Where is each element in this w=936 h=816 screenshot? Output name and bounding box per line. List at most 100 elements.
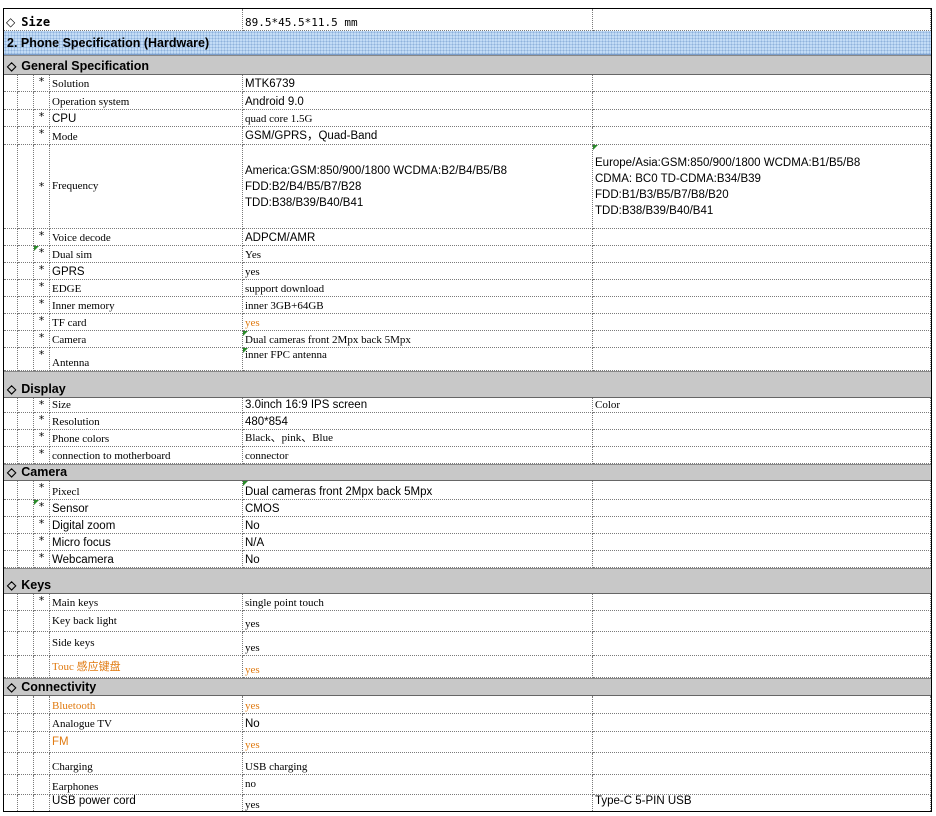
row-note[interactable] <box>593 594 931 611</box>
row-value[interactable]: yes <box>243 732 593 753</box>
row-value[interactable]: Yes <box>243 246 593 263</box>
row-value[interactable]: No <box>243 714 593 732</box>
section-connectivity[interactable]: ◇ Connectivity <box>4 678 931 696</box>
row-value[interactable]: support download <box>243 280 593 297</box>
row-value[interactable]: yes <box>243 263 593 280</box>
row-note[interactable] <box>593 775 931 795</box>
row-label[interactable]: Pixecl <box>50 481 243 500</box>
row-note[interactable]: Type-C 5-PIN USB <box>593 795 931 811</box>
row-value[interactable]: no <box>243 775 593 795</box>
frequency-value[interactable]: America:GSM:850/900/1800 WCDMA:B2/B4/B5/… <box>243 145 593 229</box>
hardware-header[interactable]: 2. Phone Specification (Hardware) <box>4 31 931 55</box>
row-note[interactable] <box>593 714 931 732</box>
row-value[interactable]: No <box>243 517 593 534</box>
row-value[interactable]: N/A <box>243 534 593 551</box>
row-note[interactable] <box>593 314 931 331</box>
row-label[interactable]: Operation system <box>50 92 243 110</box>
row-label[interactable]: Dual sim <box>50 246 243 263</box>
section-general[interactable]: ◇ General Specification <box>4 55 931 75</box>
row-label[interactable]: Side keys <box>50 632 243 656</box>
row-value[interactable]: 480*854 <box>243 413 593 430</box>
row-value[interactable]: No <box>243 551 593 568</box>
row-label[interactable]: Bluetooth <box>50 696 243 714</box>
row-note[interactable] <box>593 127 931 145</box>
row-value[interactable]: yes <box>243 632 593 656</box>
row-value[interactable]: ADPCM/AMR <box>243 229 593 246</box>
section-camera[interactable]: ◇ Camera <box>4 464 931 481</box>
row-value[interactable]: 3.0inch 16:9 IPS screen <box>243 398 593 413</box>
row-value[interactable]: CMOS <box>243 500 593 517</box>
row-label[interactable]: Earphones <box>50 775 243 795</box>
row-value[interactable]: Dual cameras front 2Mpx back 5Mpx <box>243 331 593 348</box>
row-label[interactable]: Webcamera <box>50 551 243 568</box>
row-label[interactable]: TF card <box>50 314 243 331</box>
row-note[interactable] <box>593 229 931 246</box>
row-label[interactable]: USB power cord <box>50 795 243 811</box>
row-value[interactable]: inner 3GB+64GB <box>243 297 593 314</box>
row-note[interactable] <box>593 656 931 678</box>
row-label[interactable]: Digital zoom <box>50 517 243 534</box>
row-note[interactable] <box>593 696 931 714</box>
row-note[interactable] <box>593 500 931 517</box>
size-label-cell[interactable]: ◇ Size <box>4 9 243 31</box>
row-value[interactable]: GSM/GPRS，Quad-Band <box>243 127 593 145</box>
row-value[interactable]: inner FPC antenna <box>243 348 593 371</box>
row-note[interactable] <box>593 753 931 775</box>
row-label[interactable]: Voice decode <box>50 229 243 246</box>
row-label[interactable]: Sensor <box>50 500 243 517</box>
row-note[interactable] <box>593 280 931 297</box>
row-label[interactable]: Analogue TV <box>50 714 243 732</box>
row-label[interactable]: Phone colors <box>50 430 243 447</box>
row-note[interactable] <box>593 92 931 110</box>
section-display[interactable]: ◇ Display <box>4 371 931 398</box>
row-value[interactable]: yes <box>243 314 593 331</box>
row-note[interactable] <box>593 447 931 464</box>
row-label[interactable]: Solution <box>50 75 243 92</box>
row-label[interactable]: FM <box>50 732 243 753</box>
row-note[interactable] <box>593 348 931 371</box>
row-value[interactable]: quad core 1.5G <box>243 110 593 127</box>
row-value[interactable]: Android 9.0 <box>243 92 593 110</box>
row-note[interactable] <box>593 110 931 127</box>
row-label[interactable]: Size <box>50 398 243 413</box>
row-note[interactable] <box>593 632 931 656</box>
row-value[interactable]: yes <box>243 656 593 678</box>
row-note[interactable] <box>593 263 931 280</box>
row-value[interactable]: Black、pink、Blue <box>243 430 593 447</box>
row-value[interactable]: MTK6739 <box>243 75 593 92</box>
row-label[interactable]: Touc 感应键盘 <box>50 656 243 678</box>
row-label[interactable]: Mode <box>50 127 243 145</box>
row-note[interactable]: Color <box>593 398 931 413</box>
row-note[interactable] <box>593 413 931 430</box>
row-value[interactable]: connector <box>243 447 593 464</box>
row-label[interactable]: Frequency <box>50 145 243 229</box>
row-label[interactable]: Antenna <box>50 348 243 371</box>
row-value[interactable]: Dual cameras front 2Mpx back 5Mpx <box>243 481 593 500</box>
row-note[interactable] <box>593 246 931 263</box>
row-label[interactable]: Micro focus <box>50 534 243 551</box>
row-note[interactable] <box>593 331 931 348</box>
row-label[interactable]: Resolution <box>50 413 243 430</box>
row-note[interactable] <box>593 534 931 551</box>
row-value[interactable]: single point touch <box>243 594 593 611</box>
row-label[interactable]: Key back light <box>50 611 243 632</box>
row-label[interactable]: EDGE <box>50 280 243 297</box>
row-value[interactable]: yes <box>243 795 593 811</box>
row-value[interactable]: yes <box>243 696 593 714</box>
row-label[interactable]: Charging <box>50 753 243 775</box>
row-value[interactable]: USB charging <box>243 753 593 775</box>
row-note[interactable] <box>593 611 931 632</box>
row-label[interactable]: Inner memory <box>50 297 243 314</box>
row-label[interactable]: connection to motherboard <box>50 447 243 464</box>
row-value[interactable]: yes <box>243 611 593 632</box>
section-keys[interactable]: ◇ Keys <box>4 568 931 594</box>
row-note[interactable] <box>593 517 931 534</box>
row-note[interactable] <box>593 732 931 753</box>
row-note[interactable] <box>593 430 931 447</box>
row-label[interactable]: Camera <box>50 331 243 348</box>
size-value-cell[interactable]: 89.5*45.5*11.5 mm <box>243 9 593 31</box>
row-note[interactable] <box>593 551 931 568</box>
row-note[interactable] <box>593 75 931 92</box>
row-note[interactable] <box>593 481 931 500</box>
row-label[interactable]: Main keys <box>50 594 243 611</box>
